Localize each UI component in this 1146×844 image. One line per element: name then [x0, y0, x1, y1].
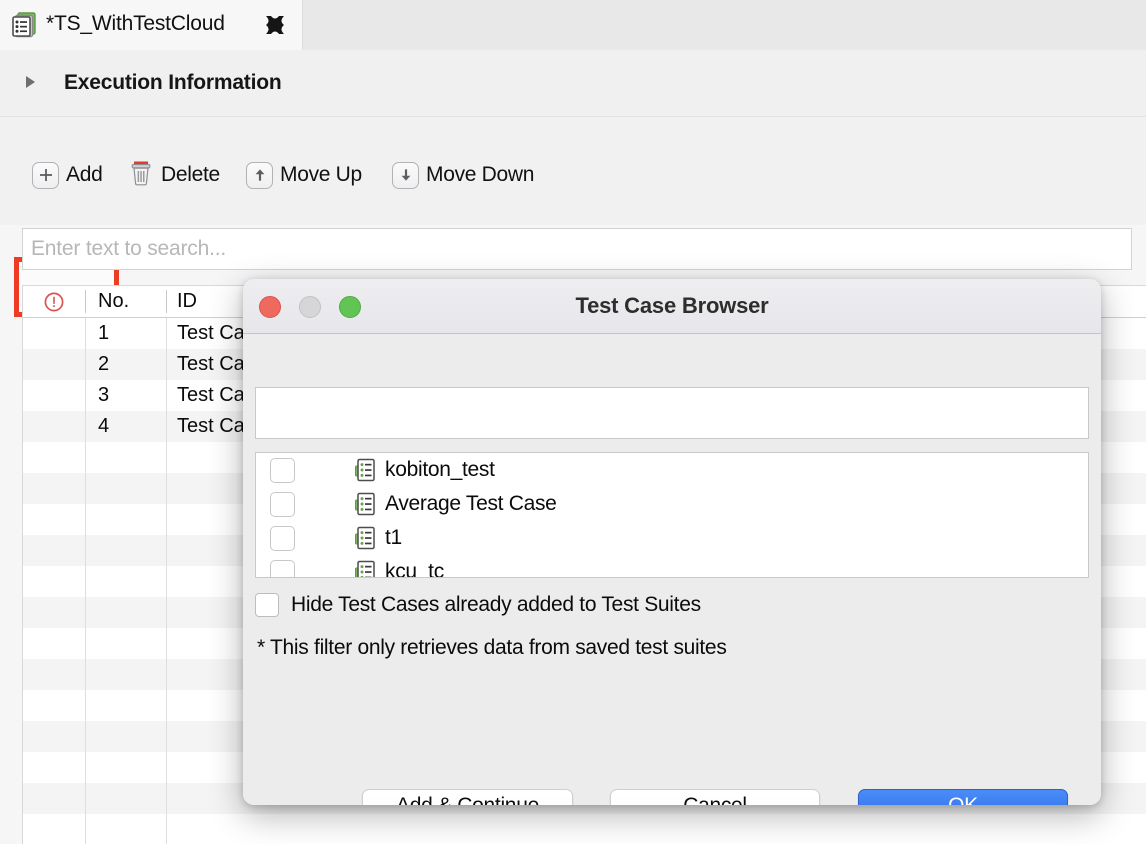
move-down-button[interactable]: Move Down: [392, 157, 534, 193]
dialog-title-bar[interactable]: Test Case Browser: [243, 279, 1101, 334]
list-item[interactable]: t1: [256, 521, 1088, 555]
close-icon[interactable]: [262, 12, 288, 38]
table-cell-no: 1: [86, 318, 166, 349]
test-case-list[interactable]: kobiton_test Average Test Case t1 kcu_tc: [255, 452, 1089, 578]
move-down-button-label: Move Down: [426, 163, 534, 187]
list-item-checkbox[interactable]: [270, 458, 295, 483]
triangle-right-icon[interactable]: [26, 76, 35, 88]
list-item-label: kobiton_test: [385, 458, 495, 482]
table-cell-no: 3: [86, 380, 166, 411]
list-item[interactable]: Average Test Case: [256, 487, 1088, 521]
hide-added-test-cases-checkbox-row[interactable]: Hide Test Cases already added to Test Su…: [255, 593, 701, 617]
test-case-browser-dialog: Test Case Browser kobiton_test Average Te…: [243, 279, 1101, 805]
table-cell-no: [86, 535, 166, 566]
table-row[interactable]: [23, 814, 1146, 844]
filter-note: * This filter only retrieves data from s…: [257, 636, 727, 660]
table-cell-no: [86, 752, 166, 783]
tab-strip: *TS_WithTestCloud: [0, 0, 1146, 50]
hide-added-test-cases-checkbox[interactable]: [255, 593, 279, 617]
list-item-checkbox[interactable]: [270, 492, 295, 517]
table-cell-no: 4: [86, 411, 166, 442]
test-case-toolbar: Add Delete Move Up: [0, 117, 1146, 225]
table-cell-no: [86, 783, 166, 814]
delete-button-label: Delete: [161, 163, 220, 187]
table-cell-no: [86, 690, 166, 721]
table-header-error: [23, 286, 85, 317]
cancel-button[interactable]: Cancel: [610, 789, 820, 805]
list-item[interactable]: kobiton_test: [256, 453, 1088, 487]
table-cell-no: [86, 504, 166, 535]
table-cell-no: [86, 566, 166, 597]
arrow-up-icon: [246, 162, 273, 189]
table-cell-id: [167, 814, 767, 844]
test-case-icon: [353, 457, 379, 483]
table-cell-no: [86, 473, 166, 504]
table-header-no[interactable]: No.: [86, 286, 166, 317]
add-and-continue-button[interactable]: Add & Continue: [362, 789, 573, 805]
execution-information-header[interactable]: Execution Information: [0, 50, 1146, 116]
list-item[interactable]: kcu_tc: [256, 555, 1088, 578]
list-item-label: Average Test Case: [385, 492, 557, 516]
table-cell-no: [86, 721, 166, 752]
ok-button[interactable]: OK: [858, 789, 1068, 805]
dialog-body: kobiton_test Average Test Case t1 kcu_tc Hi…: [243, 334, 1101, 805]
test-case-icon: [353, 559, 379, 578]
tab-title: *TS_WithTestCloud: [46, 12, 225, 36]
trash-icon: [128, 159, 154, 192]
test-suite-icon: [10, 9, 40, 39]
table-cell-no: [86, 628, 166, 659]
list-item-checkbox[interactable]: [270, 526, 295, 551]
move-up-button[interactable]: Move Up: [246, 157, 362, 193]
test-case-icon: [353, 525, 379, 551]
add-button[interactable]: Add: [32, 157, 102, 193]
arrow-down-icon: [392, 162, 419, 189]
dialog-title: Test Case Browser: [243, 293, 1101, 319]
list-item-checkbox[interactable]: [270, 560, 295, 579]
list-item-label: kcu_tc: [385, 560, 444, 578]
add-button-label: Add: [66, 163, 102, 187]
hide-added-test-cases-label: Hide Test Cases already added to Test Su…: [291, 593, 701, 617]
test-case-icon: [353, 491, 379, 517]
table-cell-no: 2: [86, 349, 166, 380]
table-cell-no: [86, 659, 166, 690]
table-cell-no: [86, 442, 166, 473]
tab-test-suite[interactable]: *TS_WithTestCloud: [0, 0, 303, 50]
search-input-placeholder: Enter text to search...: [31, 237, 226, 261]
plus-icon: [32, 162, 59, 189]
move-up-button-label: Move Up: [280, 163, 362, 187]
dialog-search-input[interactable]: [255, 387, 1089, 439]
list-item-label: t1: [385, 526, 402, 550]
execution-information-label: Execution Information: [64, 71, 281, 95]
table-cell-no: [86, 597, 166, 628]
error-circle-icon: [43, 291, 65, 313]
table-cell-no: [86, 814, 166, 844]
delete-button[interactable]: Delete: [128, 157, 220, 193]
search-input[interactable]: Enter text to search...: [22, 228, 1132, 270]
